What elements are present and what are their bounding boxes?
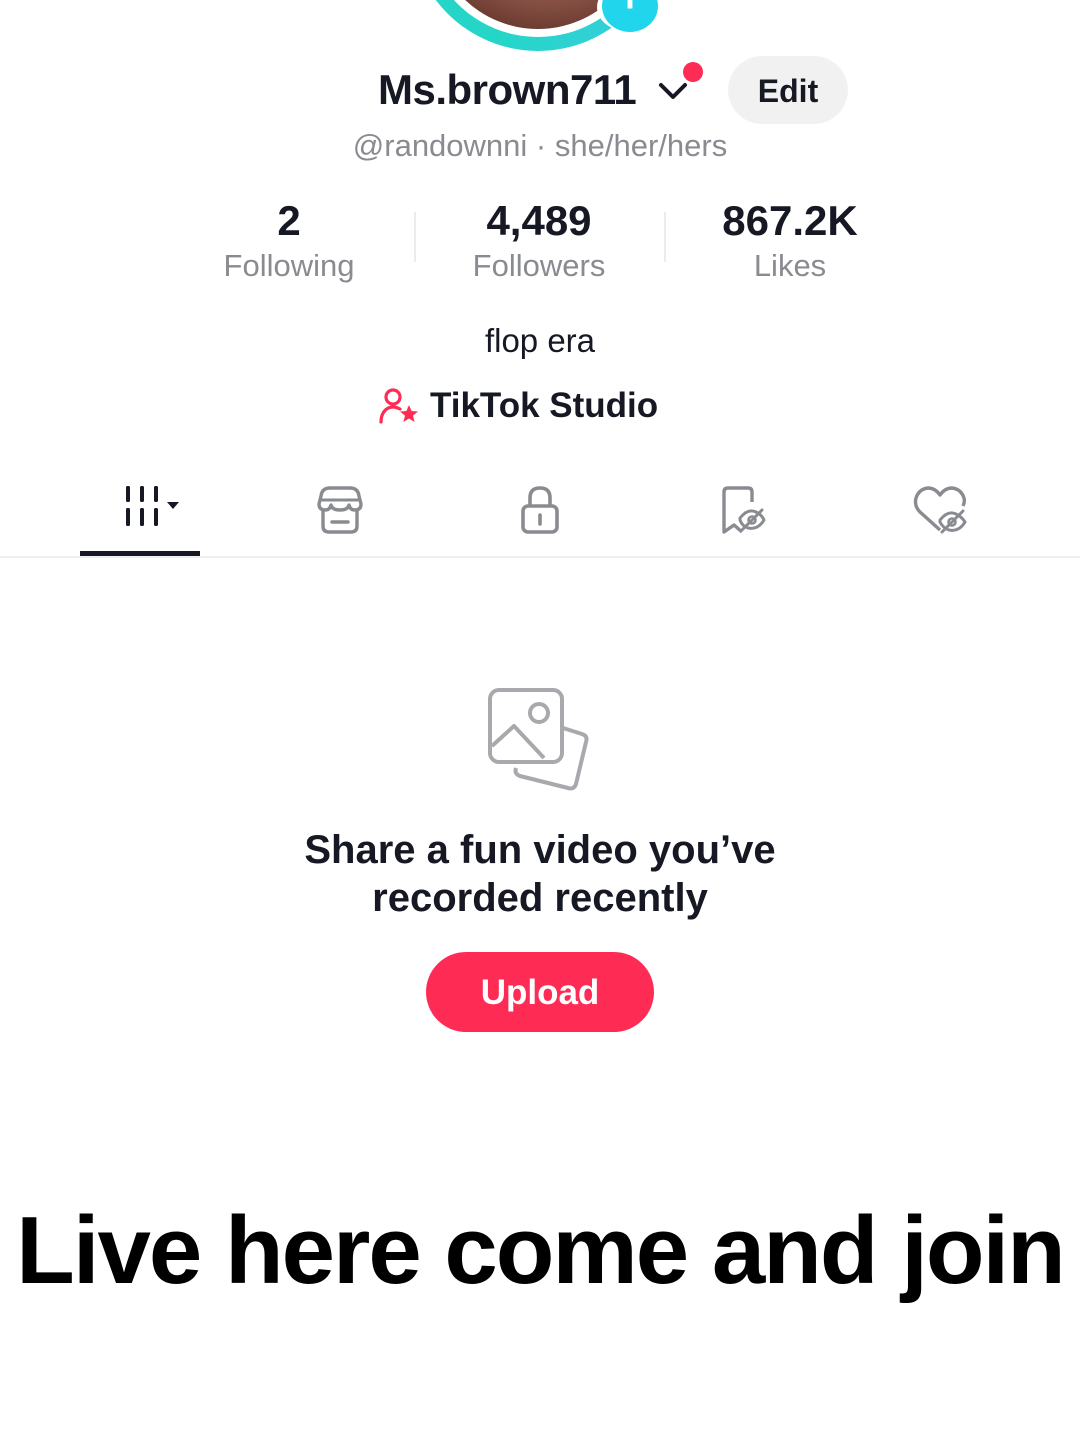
username-separator: · xyxy=(535,128,547,163)
stat-label: Following xyxy=(223,248,355,283)
empty-state-title: Share a fun video you’ve recorded recent… xyxy=(0,826,1080,922)
overlay-caption: Live here come and join xyxy=(16,1197,1066,1304)
videos-grid-icon xyxy=(126,486,179,526)
empty-state-title-line: Share a fun video you’ve xyxy=(304,828,776,872)
bio-text: flop era xyxy=(484,322,596,359)
stat-following[interactable]: 2 Following xyxy=(164,196,414,286)
photos-icon xyxy=(488,688,589,791)
shop-icon xyxy=(317,486,363,534)
hidden-favorites-icon xyxy=(722,486,766,534)
creator-star-icon xyxy=(379,388,418,424)
tab-private[interactable] xyxy=(480,470,600,556)
stat-label: Followers xyxy=(472,248,606,283)
username-line: @randownni · she/her/hers xyxy=(0,128,1080,164)
lock-icon xyxy=(521,486,559,534)
chevron-down-icon[interactable] xyxy=(656,76,690,106)
profile-tabs xyxy=(0,470,1080,558)
edit-profile-button[interactable]: Edit xyxy=(728,56,848,124)
tab-videos[interactable] xyxy=(80,470,200,556)
stat-followers[interactable]: 4,489 Followers xyxy=(414,196,664,286)
hidden-liked-icon xyxy=(913,486,967,534)
stat-value: 2 xyxy=(277,197,301,244)
stat-likes[interactable]: 867.2K Likes xyxy=(665,196,915,286)
tab-favorites[interactable] xyxy=(680,470,800,556)
tab-shop[interactable] xyxy=(280,470,400,556)
pronouns: she/her/hers xyxy=(554,128,728,163)
tiktok-studio-link[interactable]: TikTok Studio xyxy=(378,384,658,428)
stat-label: Likes xyxy=(753,248,827,283)
tiktok-studio-label: TikTok Studio xyxy=(430,386,659,425)
profile-name-row: Ms.brown711 Edit xyxy=(0,56,1080,124)
stat-value: 867.2K xyxy=(722,197,858,244)
active-tab-indicator xyxy=(80,551,200,556)
upload-button[interactable]: Upload xyxy=(426,952,654,1032)
tab-liked[interactable] xyxy=(880,470,1000,556)
notification-dot xyxy=(683,62,703,82)
display-name[interactable]: Ms.brown711 xyxy=(378,66,637,114)
empty-state-title-line: recorded recently xyxy=(372,876,708,920)
username: @randownni xyxy=(352,128,528,163)
stat-value: 4,489 xyxy=(486,197,592,244)
